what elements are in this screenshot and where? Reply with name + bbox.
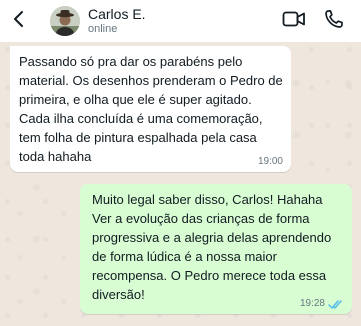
contact-info[interactable]: Carlos E. online: [88, 6, 281, 36]
header-actions: [281, 8, 347, 34]
message-time: 19:00: [257, 156, 283, 167]
message-list[interactable]: Passando só pra dar os parabéns pelo mat…: [0, 42, 361, 326]
avatar[interactable]: [50, 6, 80, 36]
video-call-icon: [282, 10, 306, 33]
phone-call-icon: [324, 9, 344, 34]
contact-name: Carlos E.: [88, 6, 146, 22]
voice-call-button[interactable]: [321, 8, 347, 34]
read-receipt-icon: [328, 299, 344, 310]
outgoing-message[interactable]: Muito legal saber disso, Carlos! Hahaha …: [80, 184, 352, 314]
back-button[interactable]: [2, 0, 36, 42]
message-text: Muito legal saber disso, Carlos! Hahaha …: [92, 192, 332, 302]
arrow-left-icon: [10, 10, 28, 33]
message-text: Passando só pra dar os parabéns pelo mat…: [19, 54, 283, 164]
contact-status: online: [88, 23, 118, 35]
chat-header: Carlos E. online: [0, 0, 361, 42]
video-call-button[interactable]: [281, 8, 307, 34]
incoming-message[interactable]: Passando só pra dar os parabéns pelo mat…: [10, 46, 291, 172]
message-time: 19:28: [299, 298, 325, 309]
